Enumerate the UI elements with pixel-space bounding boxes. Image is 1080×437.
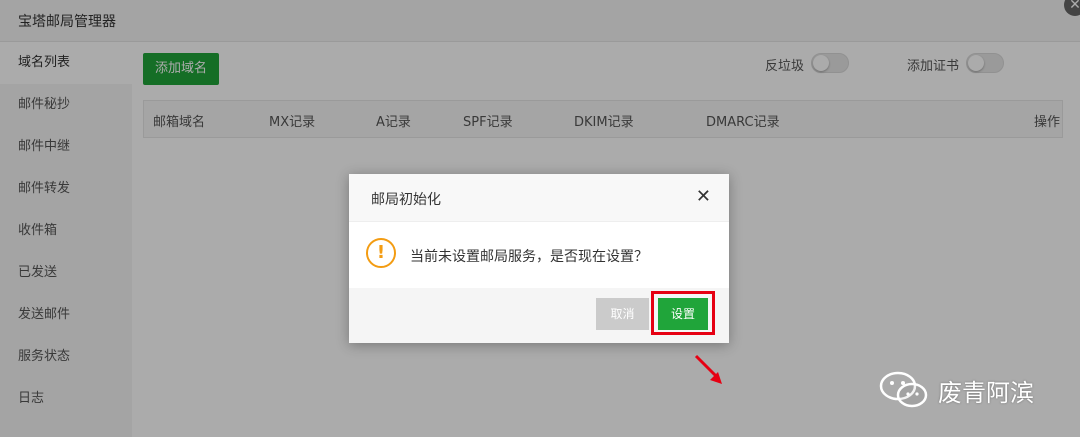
dialog-close-icon[interactable]: ✕ [696,186,711,207]
warning-icon: ! [366,238,396,268]
setup-button[interactable]: 设置 [658,298,708,330]
watermark: 废青阿滨 [878,370,1034,410]
dialog-footer: 取消 设置 [349,288,729,343]
dialog-message: 当前未设置邮局服务，是否现在设置？ [410,249,648,265]
watermark-text: 废青阿滨 [938,378,1034,407]
wechat-logo-icon [879,371,928,408]
cancel-button[interactable]: 取消 [596,298,649,330]
red-arrow-icon [694,354,722,384]
mail-manager-window: 宝塔邮局管理器 ✕ 域名列表 邮件秘抄 邮件中继 邮件转发 收件箱 已发送 发送… [0,0,1080,437]
dialog-header: 邮局初始化 ✕ [349,174,729,222]
dialog-title: 邮局初始化 [371,192,441,208]
mail-init-dialog: 邮局初始化 ✕ ! 当前未设置邮局服务，是否现在设置？ 取消 设置 [349,174,729,343]
